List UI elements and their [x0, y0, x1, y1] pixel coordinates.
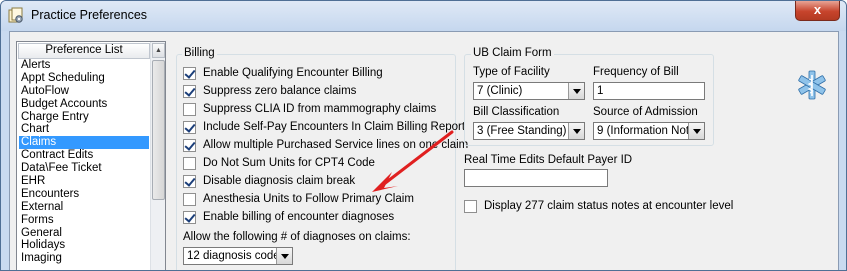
ub-claim-form-label: UB Claim Form	[471, 47, 554, 59]
chevron-down-icon[interactable]	[568, 83, 584, 99]
billing-option-label: Enable Qualifying Encounter Billing	[203, 67, 383, 79]
preference-item-contract-edits[interactable]: Contract Edits	[19, 149, 149, 162]
close-button[interactable]: x	[795, 1, 840, 21]
preference-item-imaging[interactable]: Imaging	[19, 252, 149, 265]
preference-item-holidays[interactable]: Holidays	[19, 239, 149, 252]
preference-list[interactable]: Preference List Alerts Appt Scheduling Aut…	[16, 41, 166, 270]
billing-checkbox[interactable]	[183, 192, 196, 206]
billing-option-label: Disable diagnosis claim break	[203, 175, 356, 187]
chevron-down-icon[interactable]	[568, 123, 584, 139]
preference-item-appt-scheduling[interactable]: Appt Scheduling	[19, 72, 149, 85]
preference-item-charge-entry[interactable]: Charge Entry	[19, 111, 149, 124]
title-bar: Practice Preferences x	[1, 1, 846, 31]
billing-option-label: Do Not Sum Units for CPT4 Code	[203, 157, 375, 169]
realtime-edits-label: Real Time Edits Default Payer ID	[464, 154, 633, 166]
type-of-facility-value: 7 (Clinic)	[477, 85, 523, 97]
billing-option-enable-billing-of-encounter-diagnoses[interactable]: Enable billing of encounter diagnoses	[183, 210, 394, 224]
frequency-of-bill-label: Frequency of Bill	[593, 66, 679, 78]
medical-star-icon	[798, 70, 826, 100]
diagnoses-count-select[interactable]: 12 diagnosis codes	[183, 247, 293, 265]
preference-item-general[interactable]: General	[19, 227, 149, 240]
billing-checkbox[interactable]	[183, 84, 196, 98]
bill-classification-value: 3 (Free Standing)	[477, 125, 567, 137]
preference-list-items: Alerts Appt Scheduling AutoFlow Budget Acco…	[19, 59, 149, 265]
scroll-thumb[interactable]	[152, 60, 165, 200]
billing-checkbox[interactable]	[183, 120, 196, 134]
preference-item-alerts[interactable]: Alerts	[19, 59, 149, 72]
preference-item-budget-accounts[interactable]: Budget Accounts	[19, 98, 149, 111]
realtime-edits-payer-input[interactable]	[464, 169, 608, 187]
preference-item-data-fee-ticket[interactable]: Data\Fee Ticket	[19, 162, 149, 175]
preference-item-encounters[interactable]: Encounters	[19, 188, 149, 201]
type-of-facility-select[interactable]: 7 (Clinic)	[473, 82, 585, 100]
billing-option-label: Suppress zero balance claims	[203, 85, 357, 97]
preference-item-ehr[interactable]: EHR	[19, 175, 149, 188]
billing-checkbox[interactable]	[183, 102, 196, 116]
preference-item-forms[interactable]: Forms	[19, 214, 149, 227]
bill-classification-select[interactable]: 3 (Free Standing)	[473, 122, 585, 140]
chevron-down-icon[interactable]	[688, 123, 704, 139]
display-277-checkbox[interactable]	[464, 199, 477, 213]
preferences-body: Preference List Alerts Appt Scheduling Aut…	[9, 31, 839, 270]
billing-option-label: Enable billing of encounter diagnoses	[203, 211, 395, 223]
practice-preferences-window: Practice Preferences x Preference List A…	[0, 0, 847, 271]
window-title: Practice Preferences	[31, 8, 148, 22]
diagnoses-count-value: 12 diagnosis codes	[187, 250, 286, 262]
preference-list-header[interactable]: Preference List	[18, 43, 150, 59]
billing-option-suppress-clia-id-from-mammography-claims[interactable]: Suppress CLIA ID from mammography claims	[183, 102, 436, 116]
display-277-label: Display 277 claim status notes at encoun…	[484, 200, 734, 212]
billing-option-do-not-sum-units-for-cpt4-code[interactable]: Do Not Sum Units for CPT4 Code	[183, 156, 375, 170]
chevron-down-icon[interactable]	[276, 248, 292, 264]
bill-classification-label: Bill Classification	[473, 106, 560, 118]
preference-item-external[interactable]: External	[19, 201, 149, 214]
billing-checkbox[interactable]	[183, 156, 196, 170]
preference-item-claims[interactable]: Claims	[19, 136, 149, 150]
preference-list-scrollbar[interactable]: ▲	[150, 42, 165, 270]
billing-checkbox[interactable]	[183, 66, 196, 80]
billing-checkbox[interactable]	[183, 174, 196, 188]
type-of-facility-label: Type of Facility	[473, 66, 550, 78]
annotation-arrow-icon	[372, 130, 454, 192]
billing-option-disable-diagnosis-claim-break[interactable]: Disable diagnosis claim break	[183, 174, 355, 188]
preference-item-chart[interactable]: Chart	[19, 123, 149, 136]
billing-option-label: Suppress CLIA ID from mammography claims	[203, 103, 437, 115]
billing-checkbox[interactable]	[183, 138, 196, 152]
diagnoses-count-label: Allow the following # of diagnoses on cl…	[183, 231, 411, 243]
billing-option-enable-qualifying-encounter-billing[interactable]: Enable Qualifying Encounter Billing	[183, 66, 383, 80]
billing-group-label: Billing	[182, 47, 217, 59]
display-277-option[interactable]: Display 277 claim status notes at encoun…	[464, 199, 733, 213]
scroll-up-arrow-icon[interactable]: ▲	[152, 43, 165, 58]
source-of-admission-label: Source of Admission	[593, 106, 698, 118]
preference-item-autoflow[interactable]: AutoFlow	[19, 85, 149, 98]
frequency-of-bill-input[interactable]: 1	[593, 82, 705, 100]
source-of-admission-select[interactable]: 9 (Information Not Available)	[593, 122, 705, 140]
billing-option-suppress-zero-balance-claims[interactable]: Suppress zero balance claims	[183, 84, 356, 98]
gear-pages-icon	[8, 7, 23, 23]
billing-checkbox[interactable]	[183, 210, 196, 224]
